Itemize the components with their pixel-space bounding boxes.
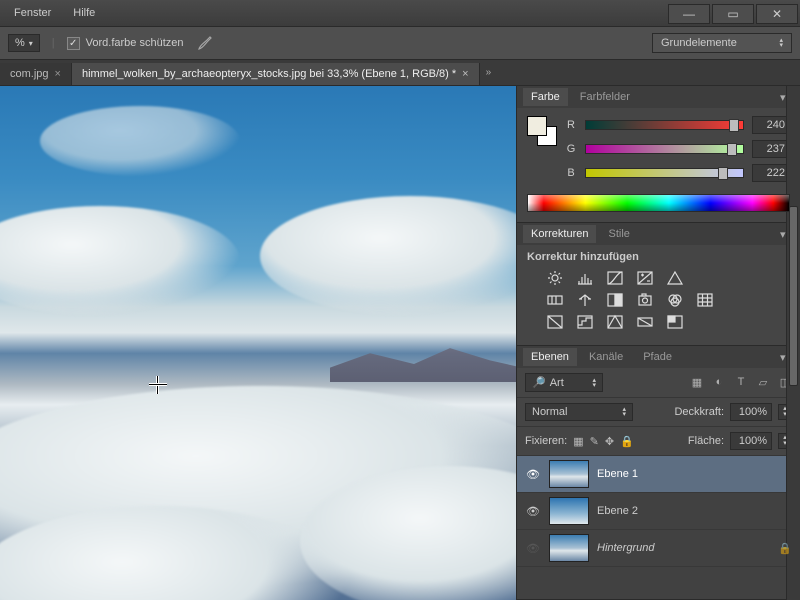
tab-farbe[interactable]: Farbe (523, 88, 568, 106)
vertical-scrollbar[interactable] (786, 86, 800, 600)
menu-fenster[interactable]: Fenster (4, 3, 61, 23)
threshold-icon[interactable] (605, 313, 625, 331)
filter-type-icon[interactable]: T (734, 376, 748, 389)
lock-all-icon[interactable]: 🔒 (620, 435, 634, 448)
channel-mixer-icon[interactable] (665, 291, 685, 309)
layer-fill-value[interactable]: 100% (730, 432, 772, 450)
g-value[interactable]: 237 (752, 140, 790, 158)
close-icon[interactable]: × (462, 68, 468, 80)
layer-name[interactable]: Ebene 1 (597, 468, 792, 480)
layer-thumbnail[interactable] (549, 534, 589, 562)
layer-thumbnail[interactable] (549, 460, 589, 488)
color-lookup-icon[interactable] (695, 291, 715, 309)
visibility-icon[interactable]: 👁 (525, 468, 541, 481)
selective-color-icon[interactable] (665, 313, 685, 331)
bw-icon[interactable] (605, 291, 625, 309)
hue-icon[interactable] (545, 291, 565, 309)
fg-bg-swatches[interactable] (527, 116, 557, 146)
layer-name[interactable]: Ebene 2 (597, 505, 792, 517)
layer-row[interactable]: 👁 Ebene 1 (517, 456, 800, 493)
visibility-icon[interactable]: 👁 (525, 542, 541, 555)
options-bar: %▾ | ✓ Vord.farbe schützen Grundelemente… (0, 26, 800, 60)
menu-hilfe[interactable]: Hilfe (63, 3, 105, 23)
r-slider[interactable] (585, 120, 744, 130)
color-panel: Farbe Farbfelder ▾≡ R 240 (517, 86, 800, 223)
layer-opacity-value[interactable]: 100% (730, 403, 772, 421)
window-minimize[interactable]: — (668, 4, 710, 24)
tab-doc2[interactable]: himmel_wolken_by_archaeopteryx_stocks.jp… (72, 63, 480, 85)
layer-name[interactable]: Hintergrund (597, 542, 770, 554)
tab-doc1[interactable]: com.jpg× (0, 63, 72, 85)
curves-icon[interactable] (605, 269, 625, 287)
r-label: R (565, 119, 577, 131)
tab-farbfelder[interactable]: Farbfelder (572, 88, 638, 106)
fill-label: Fläche: (688, 435, 724, 447)
brightness-icon[interactable] (545, 269, 565, 287)
document-tabs: com.jpg× himmel_wolken_by_archaeopteryx_… (0, 60, 800, 86)
window-maximize[interactable]: ▭ (712, 4, 754, 24)
document-image (0, 86, 516, 600)
lock-pixels-icon[interactable]: ✎ (590, 435, 599, 448)
layer-filter-kind[interactable]: 🔎Art▴▾ (525, 373, 603, 392)
g-slider[interactable] (585, 144, 744, 154)
tab-overflow[interactable]: » (486, 67, 492, 78)
title-bar: Fenster Hilfe — ▭ ✕ (0, 0, 800, 26)
invert-icon[interactable] (545, 313, 565, 331)
workspace-dropdown[interactable]: Grundelemente ▴▾ (652, 33, 792, 53)
lock-position-icon[interactable]: ✥ (605, 435, 614, 448)
visibility-icon[interactable]: 👁 (525, 505, 541, 518)
adjustments-title: Korrektur hinzufügen (527, 251, 790, 263)
vibrance-icon[interactable] (665, 269, 685, 287)
b-slider[interactable] (585, 168, 744, 178)
lock-transparency-icon[interactable]: ▦ (573, 435, 583, 448)
layer-row[interactable]: 👁 Ebene 2 (517, 493, 800, 530)
lock-label: Fixieren: (525, 435, 567, 447)
tab-pfade[interactable]: Pfade (635, 348, 680, 366)
filter-shape-icon[interactable]: ▱ (756, 376, 770, 389)
opacity-field[interactable]: %▾ (8, 34, 40, 52)
color-spectrum[interactable] (527, 194, 790, 212)
color-balance-icon[interactable] (575, 291, 595, 309)
layer-list: 👁 Ebene 1 👁 Ebene 2 👁 Hintergrund 🔒 (517, 456, 800, 599)
lock-icon: 🔒 (778, 542, 792, 555)
photo-filter-icon[interactable] (635, 291, 655, 309)
adjustments-panel: Korrekturen Stile ▾≡ Korrektur hinzufüge… (517, 223, 800, 346)
close-icon[interactable]: × (55, 68, 61, 80)
exposure-icon[interactable] (635, 269, 655, 287)
brush-icon[interactable] (196, 34, 214, 52)
b-label: B (565, 167, 577, 179)
gradient-map-icon[interactable] (635, 313, 655, 331)
window-close[interactable]: ✕ (756, 4, 798, 24)
levels-icon[interactable] (575, 269, 595, 287)
posterize-icon[interactable] (575, 313, 595, 331)
tab-korrekturen[interactable]: Korrekturen (523, 225, 596, 243)
crosshair-cursor (149, 376, 167, 394)
layer-thumbnail[interactable] (549, 497, 589, 525)
tab-stile[interactable]: Stile (600, 225, 637, 243)
layers-panel: Ebenen Kanäle Pfade ▾≡ 🔎Art▴▾ ▦ ◐ T ▱ ◫ … (517, 346, 800, 600)
mountain-ridge (330, 346, 516, 382)
b-value[interactable]: 222 (752, 164, 790, 182)
g-label: G (565, 143, 577, 155)
filter-adjust-icon[interactable]: ◐ (712, 376, 726, 389)
protect-fg-checkbox[interactable]: ✓ Vord.farbe schützen (67, 37, 184, 50)
blend-mode-dropdown[interactable]: Normal▴▾ (525, 403, 633, 421)
filter-pixel-icon[interactable]: ▦ (690, 376, 704, 389)
opacity-label: Deckkraft: (674, 406, 724, 418)
tab-ebenen[interactable]: Ebenen (523, 348, 577, 366)
r-value[interactable]: 240 (752, 116, 790, 134)
tab-kanaele[interactable]: Kanäle (581, 348, 631, 366)
panels-column: Farbe Farbfelder ▾≡ R 240 (516, 86, 800, 600)
canvas[interactable] (0, 86, 516, 600)
layer-row[interactable]: 👁 Hintergrund 🔒 (517, 530, 800, 567)
